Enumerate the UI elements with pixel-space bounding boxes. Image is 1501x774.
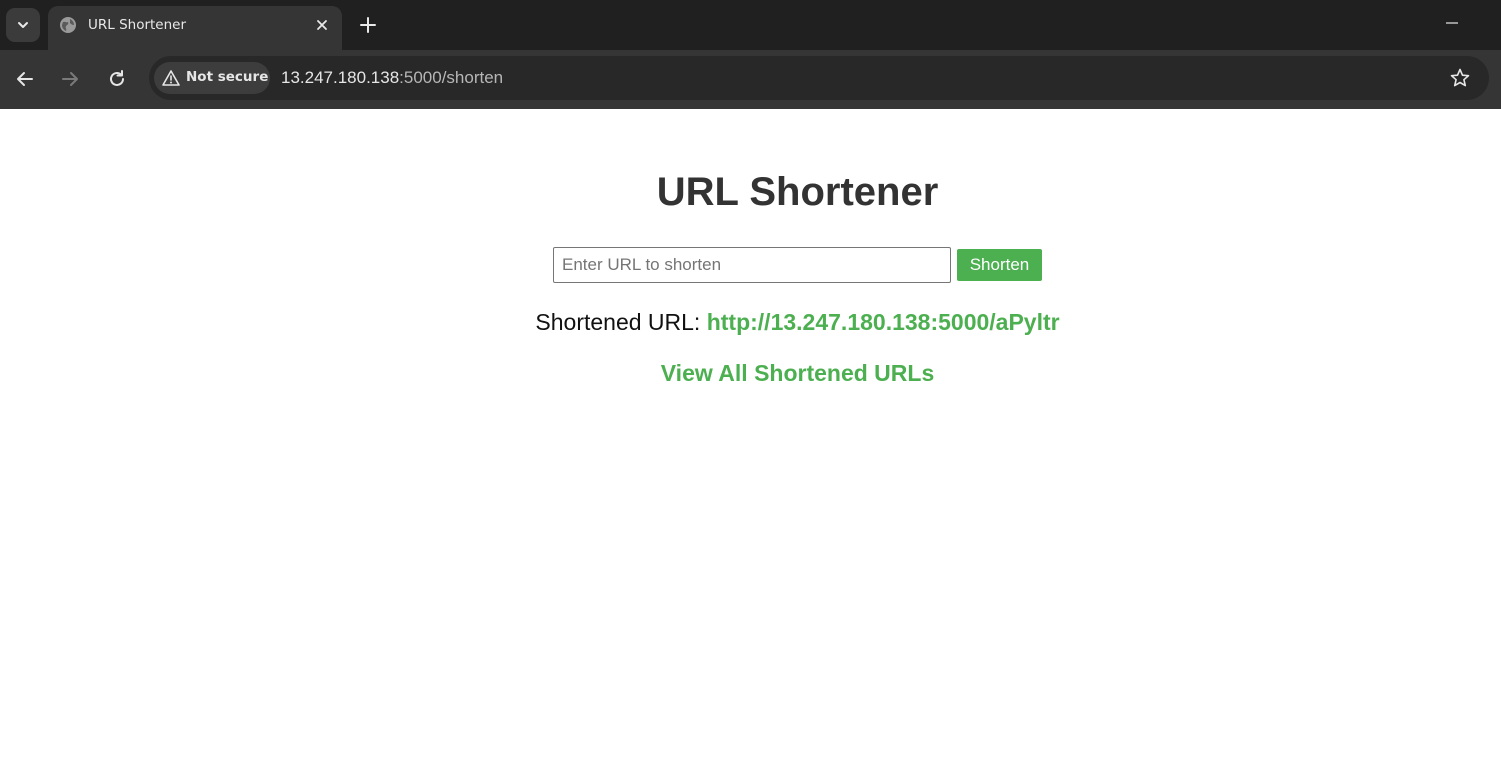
close-icon[interactable] [314,17,330,33]
result-line: Shortened URL: http://13.247.180.138:500… [0,309,1501,336]
tab-strip: URL Shortener [0,0,1501,50]
bookmark-star-icon[interactable] [1449,67,1471,89]
view-all-link[interactable]: View All Shortened URLs [0,360,1501,387]
browser-toolbar: Not secure 13.247.180.138:5000/shorten [0,50,1501,109]
shorten-button[interactable]: Shorten [957,249,1042,281]
tab-search-button[interactable] [6,8,40,42]
chevron-down-icon [18,22,28,28]
address-host: 13.247.180.138 [281,68,400,87]
warning-icon [162,70,180,86]
plus-icon[interactable] [358,15,378,35]
result-label: Shortened URL: [535,309,707,335]
address-path: :5000/shorten [399,68,504,87]
shortened-url-link[interactable]: http://13.247.180.138:5000/aPyltr [707,309,1060,335]
reload-icon[interactable] [106,68,128,90]
minimize-icon[interactable] [1442,14,1462,34]
tab-title: URL Shortener [88,17,187,33]
page-content: URL Shortener Shorten Shortened URL: htt… [0,109,1501,774]
url-input[interactable] [553,247,951,283]
address-text[interactable]: 13.247.180.138:5000/shorten [281,68,503,88]
globe-icon [60,17,76,33]
browser-tab[interactable]: URL Shortener [48,6,342,50]
security-label: Not secure [186,69,269,85]
page-title: URL Shortener [656,170,939,214]
address-bar[interactable]: Not secure 13.247.180.138:5000/shorten [149,56,1489,100]
back-arrow-icon[interactable] [14,68,36,90]
security-indicator[interactable]: Not secure [154,62,270,94]
forward-arrow-icon[interactable] [59,68,81,90]
